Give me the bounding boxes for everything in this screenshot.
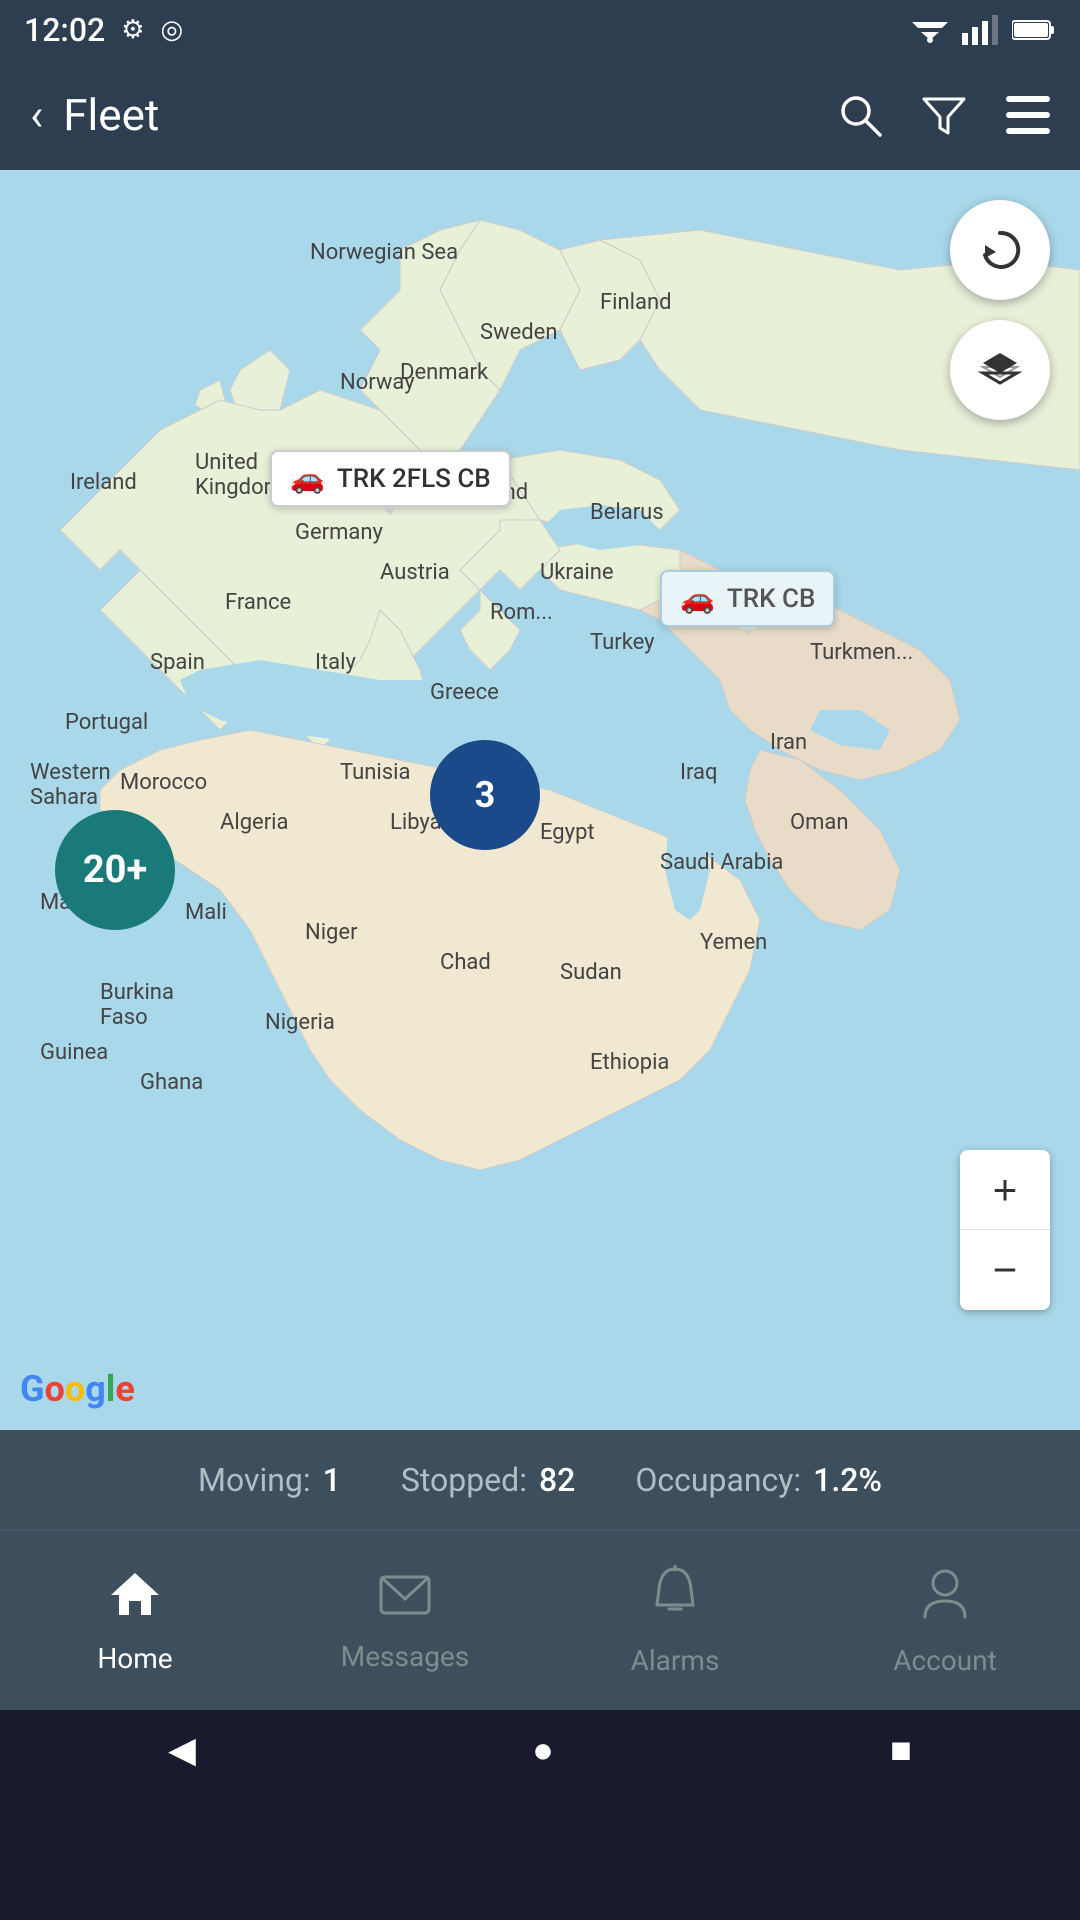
battery-icon: [1012, 18, 1056, 42]
occupancy-status: Occupancy: 1.2%: [635, 1461, 882, 1499]
vehicle-car-icon-red: 🚗: [290, 462, 325, 495]
wifi-icon: [912, 16, 948, 44]
system-nav: ◀ ● ■: [0, 1710, 1080, 1790]
settings-status-icon: ⚙: [121, 15, 144, 45]
cluster-3[interactable]: 3: [430, 740, 540, 850]
alarms-nav-icon: [651, 1565, 699, 1634]
circle-status-icon: ◎: [161, 15, 184, 45]
occupancy-value: 1.2%: [813, 1461, 882, 1499]
system-back-button[interactable]: ◀: [168, 1729, 196, 1771]
stopped-label: Stopped:: [401, 1461, 527, 1499]
nav-item-messages[interactable]: Messages: [270, 1569, 540, 1673]
stopped-value: 82: [539, 1461, 575, 1499]
system-recent-button[interactable]: ■: [890, 1729, 912, 1771]
messages-nav-label: Messages: [341, 1640, 469, 1673]
moving-status: Moving: 1: [198, 1461, 341, 1499]
search-icon[interactable]: [838, 93, 882, 137]
status-strip: Moving: 1 Stopped: 82 Occupancy: 1.2%: [0, 1430, 1080, 1530]
nav-item-alarms[interactable]: Alarms: [540, 1565, 810, 1677]
vehicle-label-1: TRK 2FLS CB: [337, 464, 491, 494]
signal-icon: [962, 15, 998, 45]
home-nav-label: Home: [97, 1642, 172, 1675]
moving-value: 1: [323, 1461, 341, 1499]
messages-nav-icon: [379, 1569, 431, 1630]
status-bar-right: [912, 15, 1056, 45]
page-title: Fleet: [63, 89, 838, 141]
filter-icon[interactable]: [922, 93, 966, 137]
cluster-3-label: 3: [475, 774, 496, 816]
cluster-20plus[interactable]: 20+: [55, 810, 175, 930]
zoom-out-button[interactable]: −: [960, 1230, 1050, 1310]
moving-label: Moving:: [198, 1461, 311, 1499]
zoom-in-button[interactable]: +: [960, 1150, 1050, 1230]
back-button[interactable]: ‹: [30, 89, 43, 141]
nav-item-account[interactable]: Account: [810, 1565, 1080, 1677]
vehicle-marker-trk-2fls-cb[interactable]: 🚗 TRK 2FLS CB: [270, 450, 511, 507]
system-home-button[interactable]: ●: [532, 1729, 554, 1771]
cluster-20plus-label: 20+: [83, 848, 147, 892]
account-nav-icon: [921, 1565, 969, 1634]
map-controls: [950, 200, 1050, 420]
vehicle-car-icon-grey: 🚗: [680, 582, 715, 615]
refresh-button[interactable]: [950, 200, 1050, 300]
nav-actions: [838, 93, 1050, 137]
nav-item-home[interactable]: Home: [0, 1567, 270, 1675]
layers-icon: [975, 345, 1025, 395]
home-nav-icon: [109, 1567, 161, 1632]
stopped-status: Stopped: 82: [401, 1461, 575, 1499]
status-bar-left: 12:02 ⚙ ◎: [24, 11, 183, 49]
status-time: 12:02: [24, 11, 105, 49]
vehicle-label-2: TRK CB: [727, 584, 816, 614]
status-bar: 12:02 ⚙ ◎: [0, 0, 1080, 60]
refresh-icon: [975, 225, 1025, 275]
occupancy-label: Occupancy:: [635, 1461, 801, 1499]
world-map-svg: [0, 170, 1080, 1430]
google-logo: Google: [20, 1368, 135, 1410]
alarms-nav-label: Alarms: [631, 1644, 720, 1677]
bottom-nav: Home Messages Alarms Accou: [0, 1530, 1080, 1710]
layers-button[interactable]: [950, 320, 1050, 420]
map-container[interactable]: Norwegian Sea Sweden Finland Norway Unit…: [0, 170, 1080, 1430]
menu-icon[interactable]: [1006, 96, 1050, 134]
account-nav-label: Account: [893, 1644, 997, 1677]
vehicle-marker-trk-cb[interactable]: 🚗 TRK CB: [660, 570, 835, 627]
nav-bar: ‹ Fleet: [0, 60, 1080, 170]
zoom-controls: + −: [960, 1150, 1050, 1310]
